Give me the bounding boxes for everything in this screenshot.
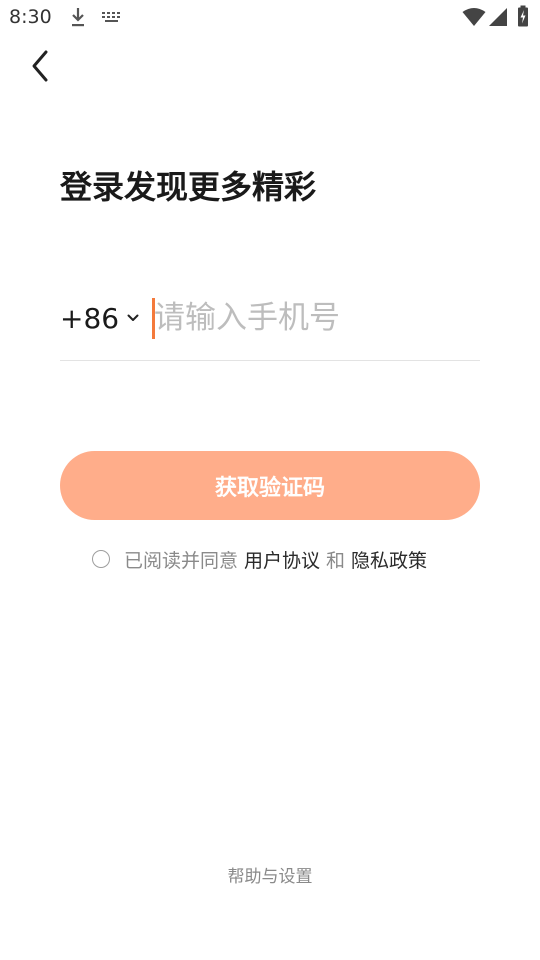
agree-checkbox[interactable] — [92, 550, 110, 568]
agreement-prefix: 已阅读并同意 — [124, 549, 239, 572]
country-code: +86 — [60, 301, 120, 335]
chevron-left-icon — [32, 50, 48, 82]
status-bar: 8:30 — [0, 0, 540, 36]
phone-input-row: +86 — [60, 290, 480, 361]
user-agreement-link[interactable]: 用户协议 — [244, 546, 320, 573]
keyboard-icon — [102, 12, 120, 22]
page-title: 登录发现更多精彩 — [60, 168, 317, 206]
agreement-row: 已阅读并同意 用户协议 和 隐私政策 — [92, 544, 427, 574]
status-time: 8:30 — [9, 6, 52, 28]
country-code-selector[interactable]: +86 — [60, 298, 139, 338]
back-button[interactable] — [22, 46, 58, 86]
privacy-policy-link[interactable]: 隐私政策 — [351, 546, 427, 573]
phone-number-input[interactable] — [154, 296, 474, 340]
help-and-settings-link[interactable]: 帮助与设置 — [0, 862, 540, 887]
chevron-down-icon — [127, 314, 139, 321]
download-icon — [72, 8, 84, 27]
wifi-icon — [462, 8, 486, 26]
signal-icon — [489, 8, 507, 26]
agreement-and: 和 — [326, 549, 346, 572]
battery-icon — [518, 5, 528, 27]
get-verification-code-button[interactable]: 获取验证码 — [60, 451, 480, 520]
